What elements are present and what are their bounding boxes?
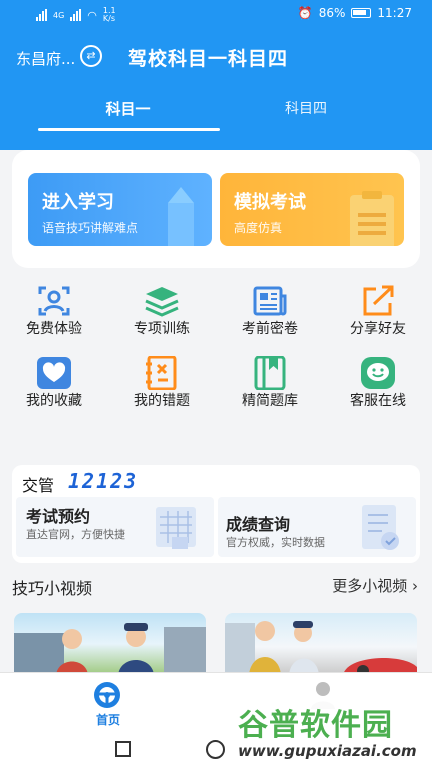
status-bar: 4G ◠ 1.1 K/s ⏰ 86% 11:27 <box>0 0 432 28</box>
videos-section-title: 技巧小视频 <box>12 579 93 598</box>
grid-label: 专项训练 <box>134 321 190 337</box>
grid-item-free-trial[interactable]: 免费体验 <box>0 280 108 346</box>
score-query-title: 成绩查询 <box>226 515 291 534</box>
tab-subject-one[interactable]: 科目一 <box>68 98 188 119</box>
grid-item-customer-service[interactable]: 客服在线 <box>324 352 432 418</box>
wifi-icon: ◠ <box>87 8 97 22</box>
calendar-illustration-icon <box>156 507 196 549</box>
grid-item-share-friends[interactable]: 分享好友 <box>324 280 432 346</box>
steering-wheel-icon <box>94 682 120 708</box>
grid-item-wrong-questions[interactable]: 我的错题 <box>108 352 216 418</box>
primary-actions-card: 进入学习 语音技巧讲解难点 模拟考试 高度仿真 <box>12 150 420 268</box>
score-query-subtitle: 官方权威，实时数据 <box>226 536 325 549</box>
grid-item-question-bank[interactable]: 精简题库 <box>216 352 324 418</box>
chat-smile-icon <box>361 357 395 389</box>
clock: 11:27 <box>377 6 412 20</box>
grid-item-favorites[interactable]: 我的收藏 <box>0 352 108 418</box>
face-scan-icon <box>38 286 70 316</box>
exam-booking-subtitle: 直达官网，方便快捷 <box>26 528 125 541</box>
document-check-illustration-icon <box>362 505 399 550</box>
tab-subject-four[interactable]: 科目四 <box>246 98 366 118</box>
grid-item-special-training[interactable]: 专项训练 <box>108 280 216 346</box>
grid-item-exam-papers[interactable]: 考前密卷 <box>216 280 324 346</box>
signal-icon <box>70 9 82 21</box>
battery-percent: 86% <box>318 6 346 20</box>
police-traffic-scene-icon <box>14 623 206 675</box>
jiaoguan-number: 12123 <box>68 469 139 493</box>
network-type: 4G <box>53 10 65 20</box>
video-thumbnail[interactable] <box>14 613 206 675</box>
mock-exam-subtitle: 高度仿真 <box>234 221 283 235</box>
start-study-title: 进入学习 <box>42 192 114 213</box>
mock-exam-button[interactable]: 模拟考试 高度仿真 <box>220 173 404 246</box>
mock-exam-title: 模拟考试 <box>234 192 306 213</box>
newspaper-icon <box>253 286 287 316</box>
video-thumbnail[interactable] <box>225 613 417 675</box>
pencil-icon <box>168 187 194 246</box>
city-selector[interactable]: 东昌府... <box>16 48 75 69</box>
recent-apps-button[interactable] <box>115 741 131 757</box>
tab-home-label: 首页 <box>95 713 120 727</box>
grid-label: 分享好友 <box>350 321 406 337</box>
tab-indicator <box>38 128 220 131</box>
grid-label: 我的错题 <box>134 393 190 409</box>
watermark-url: www.gupuxiazai.com <box>238 742 417 760</box>
more-videos-label: 更多小视频 <box>332 577 408 595</box>
app-header: 东昌府... ⇄ 驾校科目一科目四 科目一 科目四 <box>0 28 432 150</box>
battery-icon <box>351 8 372 18</box>
grid-label: 我的收藏 <box>26 393 82 409</box>
heart-icon <box>37 357 71 389</box>
watermark-title: 谷普软件园 <box>238 708 393 743</box>
exam-booking-title: 考试预约 <box>26 507 91 526</box>
wrong-notebook-icon <box>146 356 177 390</box>
alarm-icon: ⏰ <box>297 6 313 20</box>
home-button[interactable] <box>206 740 225 759</box>
share-arrow-icon <box>363 285 394 316</box>
grid-label: 客服在线 <box>350 393 406 409</box>
chevron-right-icon: › <box>412 577 418 595</box>
score-query-button[interactable]: 成绩查询 官方权威，实时数据 <box>218 497 416 557</box>
swap-icon[interactable]: ⇄ <box>80 45 102 67</box>
start-study-subtitle: 语音技巧讲解难点 <box>42 221 139 235</box>
jiaoguan-label: 交管 <box>22 476 55 495</box>
exam-booking-button[interactable]: 考试预约 直达官网，方便快捷 <box>16 497 214 557</box>
signal-icon <box>36 9 47 21</box>
police-car-scene-icon <box>225 621 417 675</box>
watermark: 谷普软件园 www.gupuxiazai.com <box>236 700 432 768</box>
grid-label: 免费体验 <box>26 321 82 337</box>
more-videos-link[interactable]: 更多小视频 › <box>332 575 418 596</box>
network-speed: 1.1 K/s <box>102 6 116 23</box>
grid-label: 精简题库 <box>242 393 298 409</box>
book-icon <box>254 356 286 390</box>
stack-layers-icon <box>145 287 179 317</box>
grid-label: 考前密卷 <box>242 321 298 337</box>
start-study-button[interactable]: 进入学习 语音技巧讲解难点 <box>28 173 212 246</box>
jiaoguan-12123-card: 交管 12123 考试预约 直达官网，方便快捷 成绩查询 官方权威，实时数据 <box>12 465 420 563</box>
page-title: 驾校科目一科目四 <box>128 48 289 70</box>
clipboard-icon <box>350 191 394 246</box>
